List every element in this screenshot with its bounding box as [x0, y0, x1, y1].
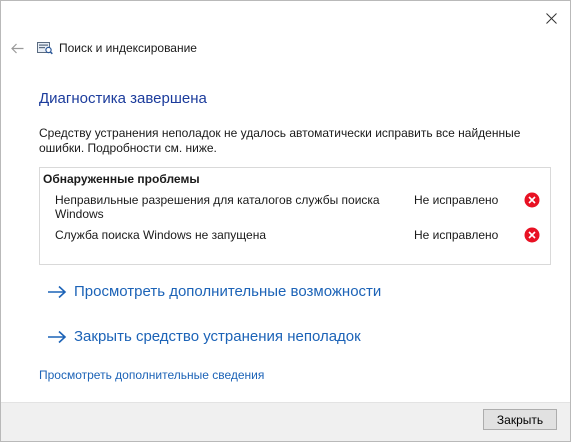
error-icon — [524, 192, 540, 208]
close-troubleshooter-label: Закрыть средство устранения неполадок — [74, 328, 361, 345]
error-icon — [524, 227, 540, 243]
problem-status: Не исправлено — [414, 193, 499, 207]
problems-panel: Обнаруженные проблемы Неправильные разре… — [39, 167, 551, 265]
close-troubleshooter-link[interactable]: Закрыть средство устранения неполадок — [47, 328, 361, 345]
window-close-button[interactable] — [540, 7, 562, 29]
search-indexing-icon — [37, 41, 53, 55]
back-arrow-icon — [10, 43, 23, 53]
back-button[interactable] — [9, 40, 25, 56]
problem-name: Служба поиска Windows не запущена — [55, 228, 267, 242]
close-icon — [545, 12, 557, 24]
problems-title: Обнаруженные проблемы — [43, 172, 200, 186]
problem-name: Неправильные разрешения для каталогов сл… — [55, 193, 380, 221]
view-more-options-link[interactable]: Просмотреть дополнительные возможности — [47, 283, 381, 300]
page-heading: Диагностика завершена — [39, 90, 207, 107]
arrow-right-icon — [47, 285, 67, 299]
title-bar: Поиск и индексирование — [9, 39, 197, 57]
troubleshooter-window: Поиск и индексирование Диагностика завер… — [0, 0, 571, 442]
arrow-right-icon — [47, 330, 67, 344]
view-more-options-label: Просмотреть дополнительные возможности — [74, 283, 382, 300]
view-details-link[interactable]: Просмотреть дополнительные сведения — [39, 368, 264, 382]
result-description: Средству устранения неполадок не удалось… — [39, 126, 521, 155]
close-button[interactable]: Закрыть — [483, 409, 557, 430]
problem-status: Не исправлено — [414, 228, 499, 242]
dialog-footer: Закрыть — [1, 402, 570, 441]
window-title: Поиск и индексирование — [59, 41, 197, 55]
